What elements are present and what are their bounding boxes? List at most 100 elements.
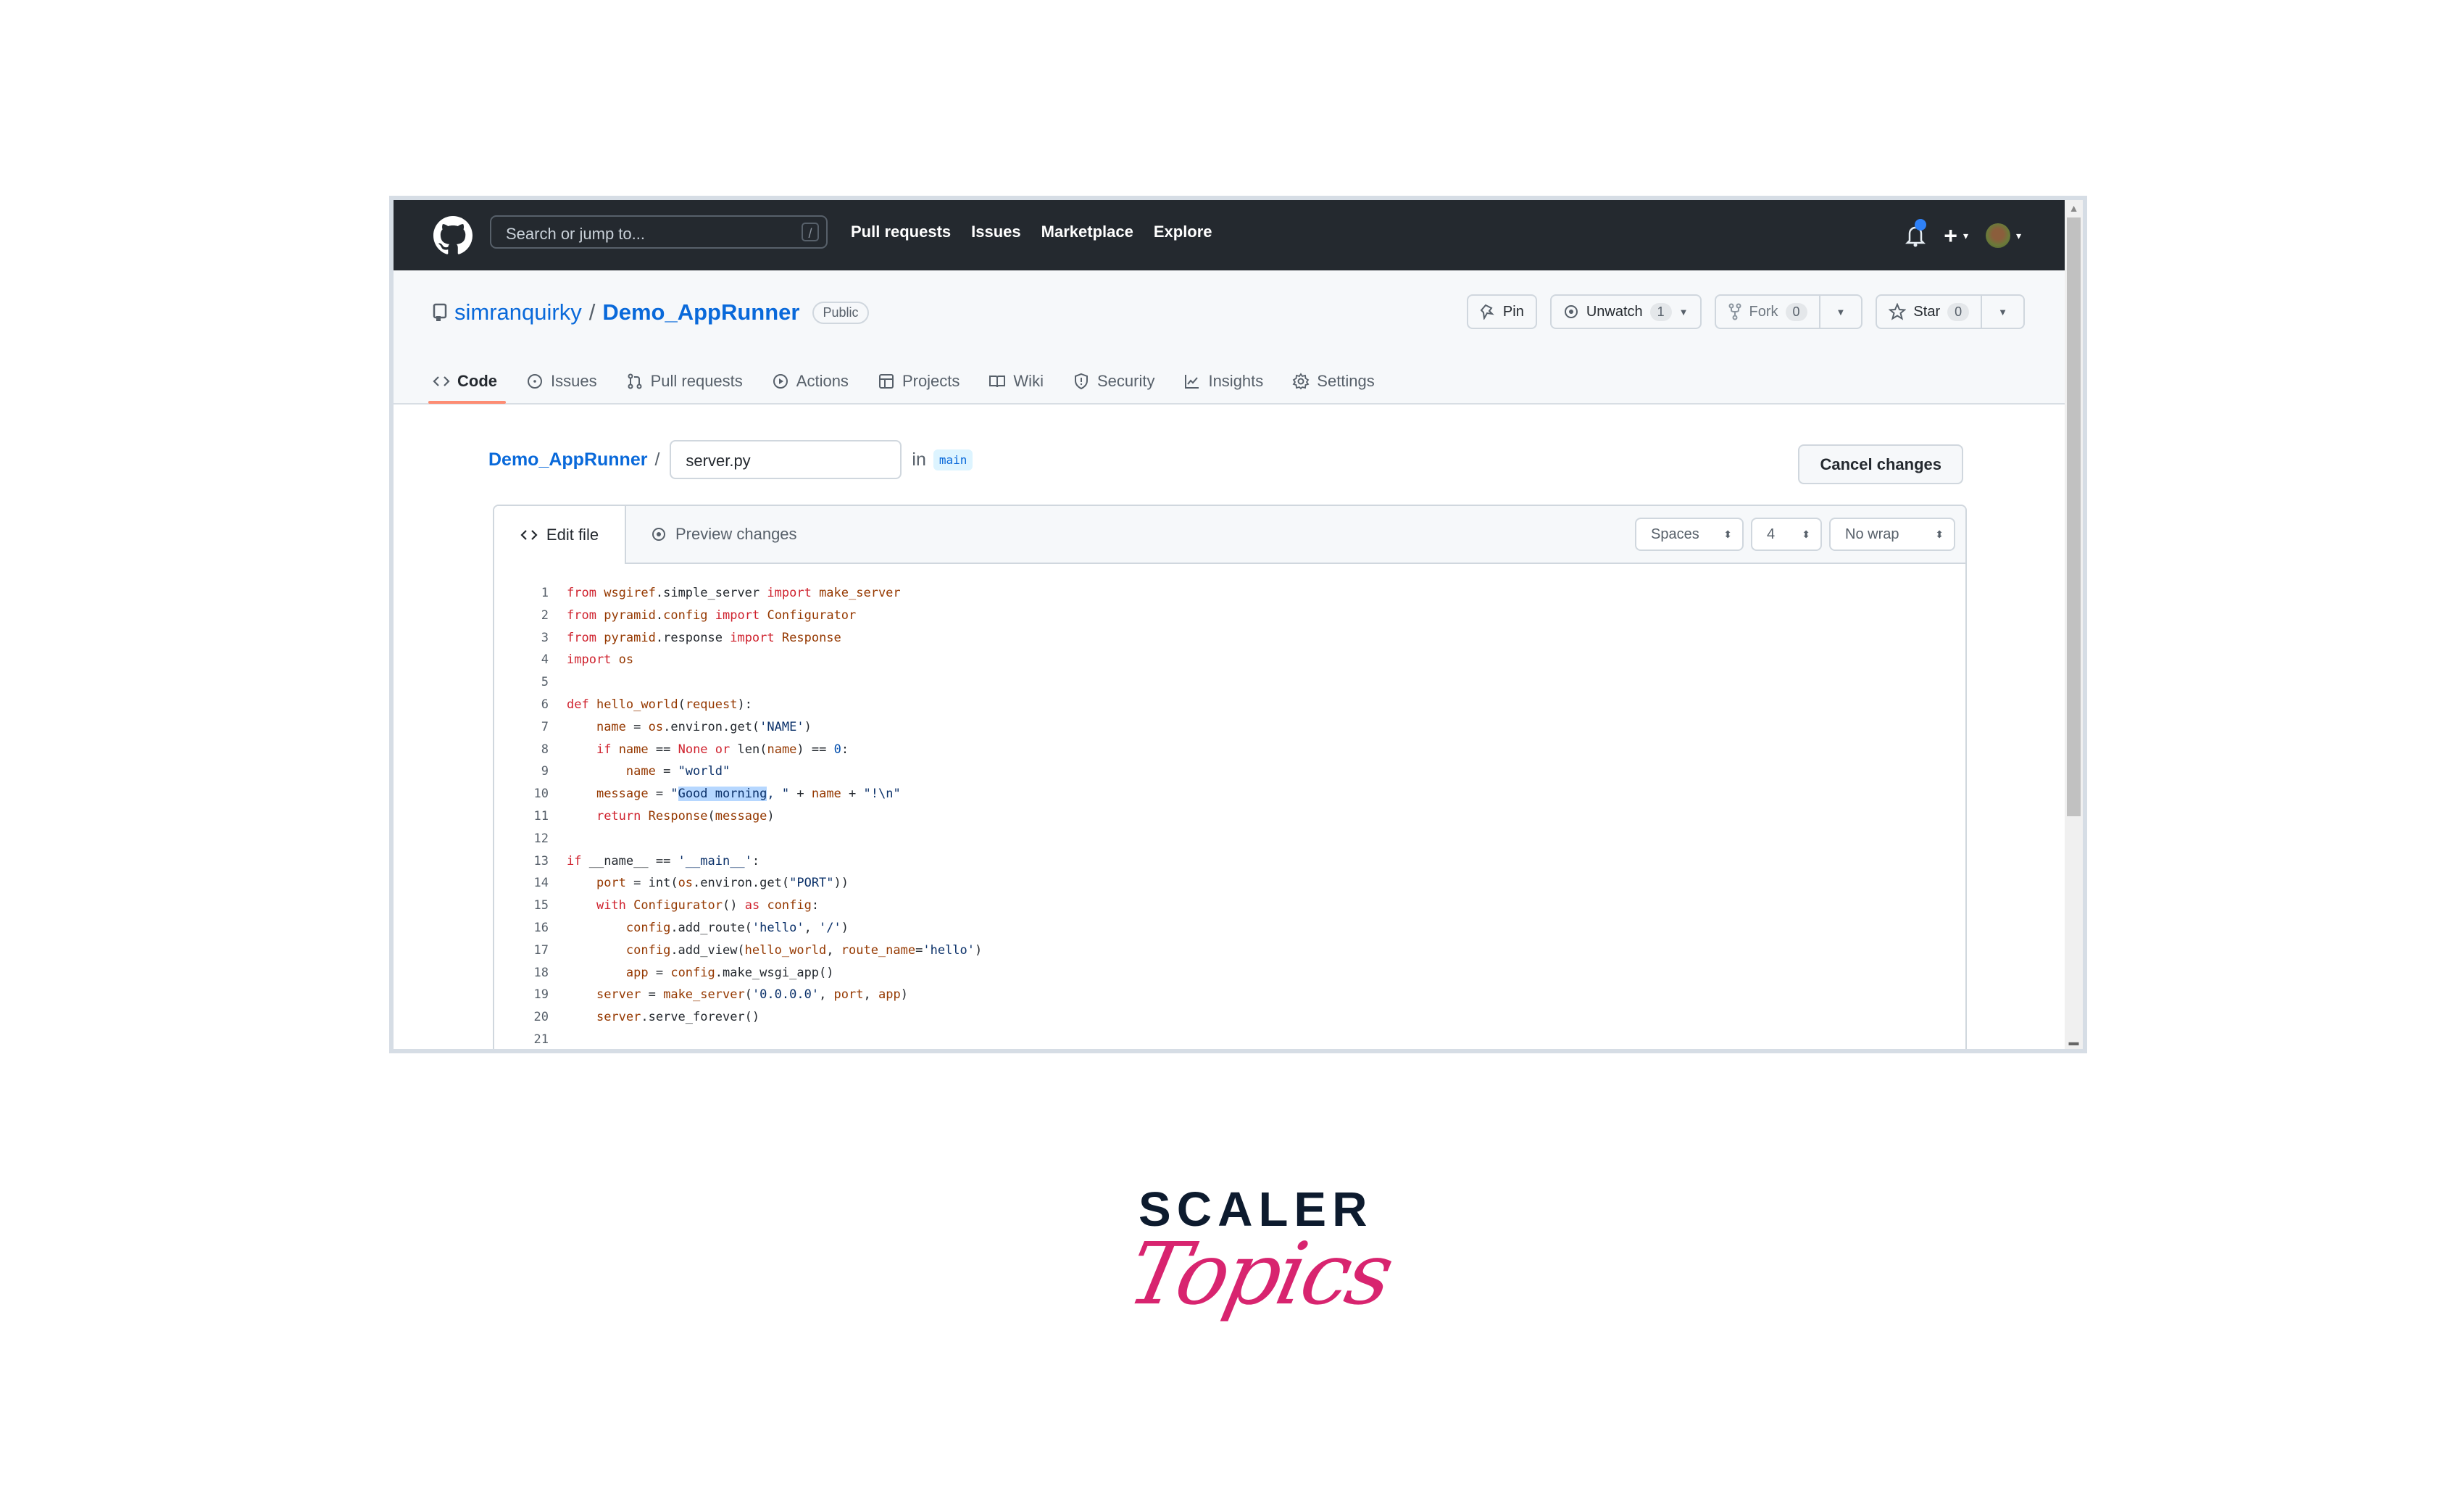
fork-dropdown[interactable]: ▼ xyxy=(1818,296,1862,328)
line-content[interactable]: message = "Good morning, " + name + "!\n… xyxy=(567,783,901,805)
editor-options: Spaces ⬍ 4 ⬍ No wrap ⬍ xyxy=(1635,518,1955,551)
search-input[interactable]: Search or jump to... / xyxy=(490,215,828,249)
code-line[interactable]: 18 app = config.make_wsgi_app() xyxy=(494,962,1965,984)
pin-button[interactable]: Pin xyxy=(1466,294,1537,329)
caret-down-icon: ▼ xyxy=(1836,306,1846,318)
tab-label: Settings xyxy=(1317,372,1375,390)
line-content[interactable]: name = "world" xyxy=(567,760,730,783)
line-number: 11 xyxy=(533,808,549,824)
code-line[interactable]: 13 if __name__ == '__main__': xyxy=(494,850,1965,873)
cancel-changes-button[interactable]: Cancel changes xyxy=(1798,444,1963,484)
fork-button[interactable]: Fork 0 ▼ xyxy=(1714,294,1863,329)
star-button[interactable]: Star 0 ▼ xyxy=(1876,294,2025,329)
line-content[interactable]: port = int(os.environ.get("PORT")) xyxy=(567,872,849,895)
code-line[interactable]: 5 xyxy=(494,671,1965,694)
star-dropdown[interactable]: ▼ xyxy=(1981,296,2023,328)
line-content[interactable]: from pyramid.config import Configurator xyxy=(567,605,856,627)
line-content[interactable]: if name == None or len(name) == 0: xyxy=(567,739,849,761)
code-line[interactable]: 10 message = "Good morning, " + name + "… xyxy=(494,783,1965,805)
wrap-mode-select[interactable]: No wrap ⬍ xyxy=(1829,518,1955,551)
code-line[interactable]: 6 def hello_world(request): xyxy=(494,694,1965,716)
nav-pull-requests[interactable]: Pull requests xyxy=(851,223,951,241)
pull-request-icon xyxy=(628,373,642,389)
line-content[interactable]: from wsgiref.simple_server import make_s… xyxy=(567,582,901,605)
nav-issues[interactable]: Issues xyxy=(971,223,1021,241)
code-line[interactable]: 20 server.serve_forever() xyxy=(494,1006,1965,1029)
filename-input[interactable]: server.py xyxy=(670,440,902,479)
line-content[interactable]: config.add_view(hello_world, route_name=… xyxy=(567,940,982,962)
tab-wiki[interactable]: Wiki xyxy=(988,360,1044,402)
tab-issues[interactable]: Issues xyxy=(526,360,597,402)
tab-insights[interactable]: Insights xyxy=(1183,360,1263,402)
tab-security[interactable]: Security xyxy=(1073,360,1154,402)
line-content[interactable]: config.add_route('hello', '/') xyxy=(567,917,849,940)
eye-icon xyxy=(1564,305,1578,318)
code-line[interactable]: 15 with Configurator() as config: xyxy=(494,895,1965,917)
nav-explore[interactable]: Explore xyxy=(1154,223,1212,241)
line-content[interactable]: name = os.environ.get('NAME') xyxy=(567,716,812,739)
line-number: 1 xyxy=(541,586,549,600)
code-line[interactable]: 17 config.add_view(hello_world, route_na… xyxy=(494,940,1965,962)
fork-count: 0 xyxy=(1785,302,1807,321)
code-line[interactable]: 16 config.add_route('hello', '/') xyxy=(494,917,1965,940)
repo-owner-link[interactable]: simranquirky xyxy=(454,299,582,325)
line-content[interactable]: server = make_server('0.0.0.0', port, ap… xyxy=(567,984,908,1006)
line-content[interactable]: def hello_world(request): xyxy=(567,694,752,716)
branch-badge: main xyxy=(933,449,973,470)
code-line[interactable]: 4 import os xyxy=(494,649,1965,671)
code-line[interactable]: 14 port = int(os.environ.get("PORT")) xyxy=(494,872,1965,895)
tab-settings[interactable]: Settings xyxy=(1292,360,1375,402)
scrollbar[interactable]: ▲ ▬ xyxy=(2065,200,2083,1049)
code-line[interactable]: 1 from wsgiref.simple_server import make_… xyxy=(494,582,1965,605)
code-line[interactable]: 19 server = make_server('0.0.0.0', port,… xyxy=(494,984,1965,1006)
line-content[interactable]: return Response(message) xyxy=(567,805,775,828)
top-nav: Pull requests Issues Marketplace Explore xyxy=(851,223,1212,241)
book-icon xyxy=(989,376,1006,388)
line-content[interactable]: app = config.make_wsgi_app() xyxy=(567,962,834,984)
code-line[interactable]: 11 return Response(message) xyxy=(494,805,1965,828)
line-content[interactable]: import os xyxy=(567,649,633,671)
graph-icon xyxy=(1185,375,1199,389)
indent-mode-value: Spaces xyxy=(1651,526,1699,542)
create-new-button[interactable]: + ▾ xyxy=(1944,224,1968,247)
unwatch-button[interactable]: Unwatch 1 ▼ xyxy=(1549,294,1702,329)
github-logo-icon[interactable] xyxy=(433,216,473,255)
code-line[interactable]: 21 xyxy=(494,1029,1965,1049)
code-line[interactable]: 12 xyxy=(494,828,1965,850)
tab-projects[interactable]: Projects xyxy=(878,360,960,402)
code-line[interactable]: 9 name = "world" xyxy=(494,760,1965,783)
shield-icon xyxy=(1074,373,1088,390)
repo-separator: / xyxy=(588,299,596,325)
nav-marketplace[interactable]: Marketplace xyxy=(1041,223,1133,241)
scrollbar-thumb[interactable] xyxy=(2067,217,2081,816)
fork-label: Fork xyxy=(1749,303,1778,320)
line-number: 17 xyxy=(533,942,549,958)
repo-name-link[interactable]: Demo_AppRunner xyxy=(602,299,799,325)
code-line[interactable]: 2 from pyramid.config import Configurator xyxy=(494,605,1965,627)
indent-size-select[interactable]: 4 ⬍ xyxy=(1751,518,1822,551)
breadcrumb-repo-link[interactable]: Demo_AppRunner xyxy=(488,449,647,470)
line-content[interactable]: from pyramid.response import Response xyxy=(567,627,841,650)
code-line[interactable]: 7 name = os.environ.get('NAME') xyxy=(494,716,1965,739)
line-number: 18 xyxy=(533,965,549,980)
scroll-up-arrow-icon[interactable]: ▲ xyxy=(2065,200,2083,216)
tab-code[interactable]: Code xyxy=(428,360,506,404)
line-number: 16 xyxy=(533,920,549,935)
indent-mode-select[interactable]: Spaces ⬍ xyxy=(1635,518,1744,551)
tab-actions[interactable]: Actions xyxy=(772,360,849,402)
notifications-button[interactable] xyxy=(1905,219,1927,248)
line-content[interactable]: if __name__ == '__main__': xyxy=(567,850,759,873)
tab-label: Projects xyxy=(902,372,960,390)
watch-count: 1 xyxy=(1649,302,1672,321)
user-menu-button[interactable]: ▾ xyxy=(1985,223,2021,248)
tab-pull-requests[interactable]: Pull requests xyxy=(626,360,743,402)
tab-edit-file[interactable]: Edit file xyxy=(494,506,626,564)
tab-preview-changes[interactable]: Preview changes xyxy=(651,506,797,563)
line-content[interactable]: with Configurator() as config: xyxy=(567,895,819,917)
line-number: 21 xyxy=(533,1032,549,1047)
code-lines[interactable]: 1 from wsgiref.simple_server import make_… xyxy=(494,582,1965,1049)
line-content[interactable]: server.serve_forever() xyxy=(567,1006,759,1029)
code-line[interactable]: 3 from pyramid.response import Response xyxy=(494,627,1965,650)
code-line[interactable]: 8 if name == None or len(name) == 0: xyxy=(494,739,1965,761)
scroll-down-arrow-icon[interactable]: ▬ xyxy=(2065,1034,2083,1049)
